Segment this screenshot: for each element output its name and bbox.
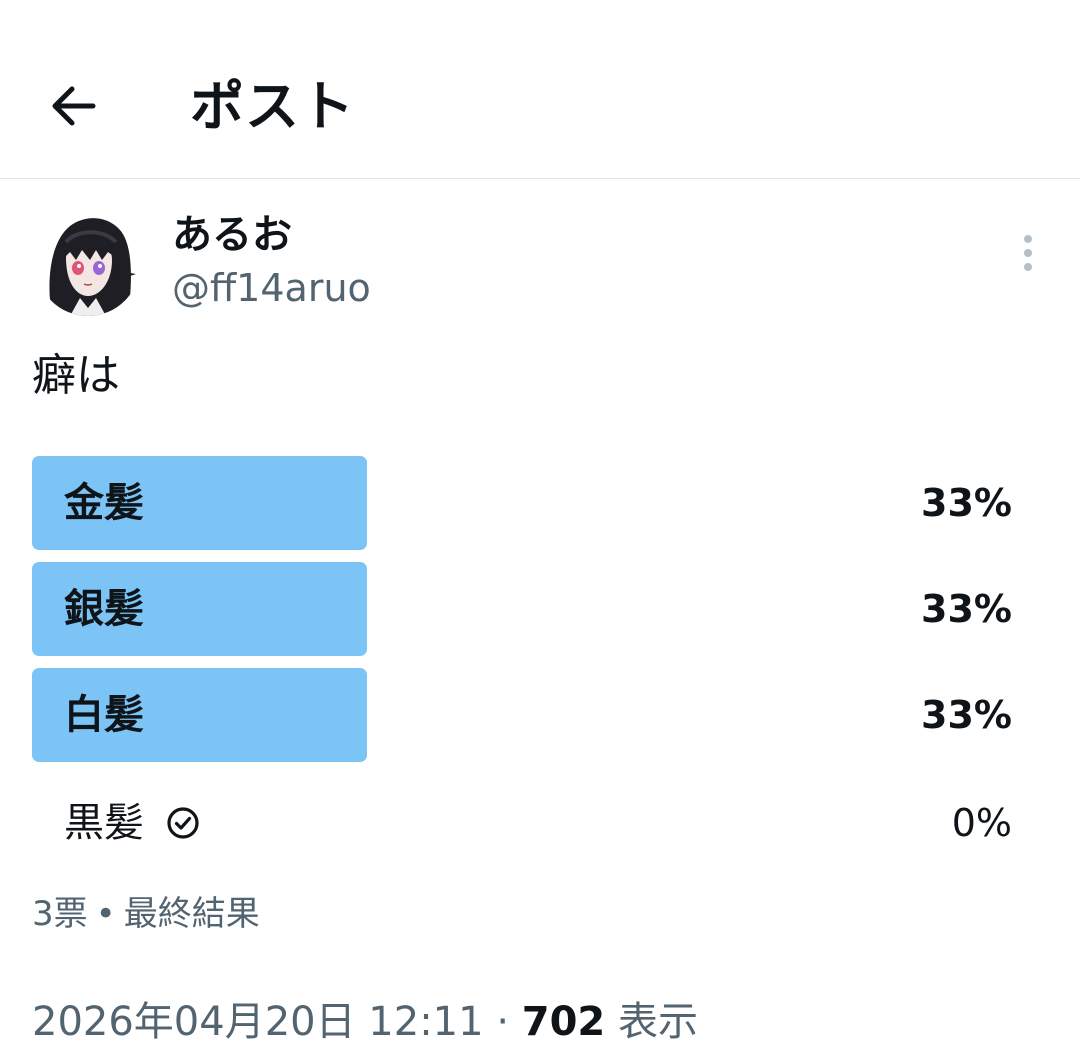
top-bar: ポスト	[0, 0, 1080, 179]
poll-option[interactable]: 白髪 33%	[32, 668, 1012, 762]
poll-summary: 3票 • 最終結果	[32, 890, 260, 938]
poll-option-label: 白髪	[64, 692, 144, 738]
page-title: ポスト	[190, 75, 355, 138]
poll-option-percent: 33%	[921, 587, 1012, 631]
avatar-image	[36, 212, 140, 316]
more-vertical-icon	[1024, 235, 1032, 271]
avatar[interactable]	[36, 212, 140, 316]
poll-option-label: 銀髪	[64, 586, 144, 632]
views-label: 表示	[617, 999, 698, 1045]
check-circle-icon	[166, 806, 200, 840]
views-count: 702	[521, 999, 606, 1045]
post-text: 癖は	[32, 350, 120, 401]
poll-option[interactable]: 銀髪 33%	[32, 562, 1012, 656]
more-button[interactable]	[1006, 228, 1050, 278]
separator: •	[95, 894, 116, 934]
user-handle[interactable]: @ff14aruo	[172, 262, 371, 314]
post-timestamp[interactable]: 2026年04月20日 12:11	[32, 999, 484, 1045]
separator: ·	[496, 999, 510, 1045]
poll-option[interactable]: 金髪 33%	[32, 456, 1012, 550]
poll-vote-count: 3票	[32, 894, 88, 934]
display-name[interactable]: あるお	[172, 208, 292, 262]
poll-option-percent: 33%	[921, 693, 1012, 737]
arrow-left-icon	[52, 86, 96, 126]
back-button[interactable]	[44, 76, 104, 136]
post-detail-page: ポスト あるお @ff14aruo 癖は 金髪 33% 銀髪 33% 白髪 33…	[0, 0, 1080, 1063]
post-timestamp-row: 2026年04月20日 12:11 · 702 表示	[32, 994, 698, 1050]
poll-status: 最終結果	[123, 894, 260, 934]
poll-option[interactable]: 黒髪 0%	[32, 776, 1012, 870]
poll-option-percent: 0%	[951, 801, 1012, 845]
poll-option-label: 黒髪	[64, 800, 144, 846]
poll-option-label-row: 黒髪	[64, 776, 200, 870]
poll-option-label: 金髪	[64, 480, 144, 526]
poll-option-percent: 33%	[921, 481, 1012, 525]
